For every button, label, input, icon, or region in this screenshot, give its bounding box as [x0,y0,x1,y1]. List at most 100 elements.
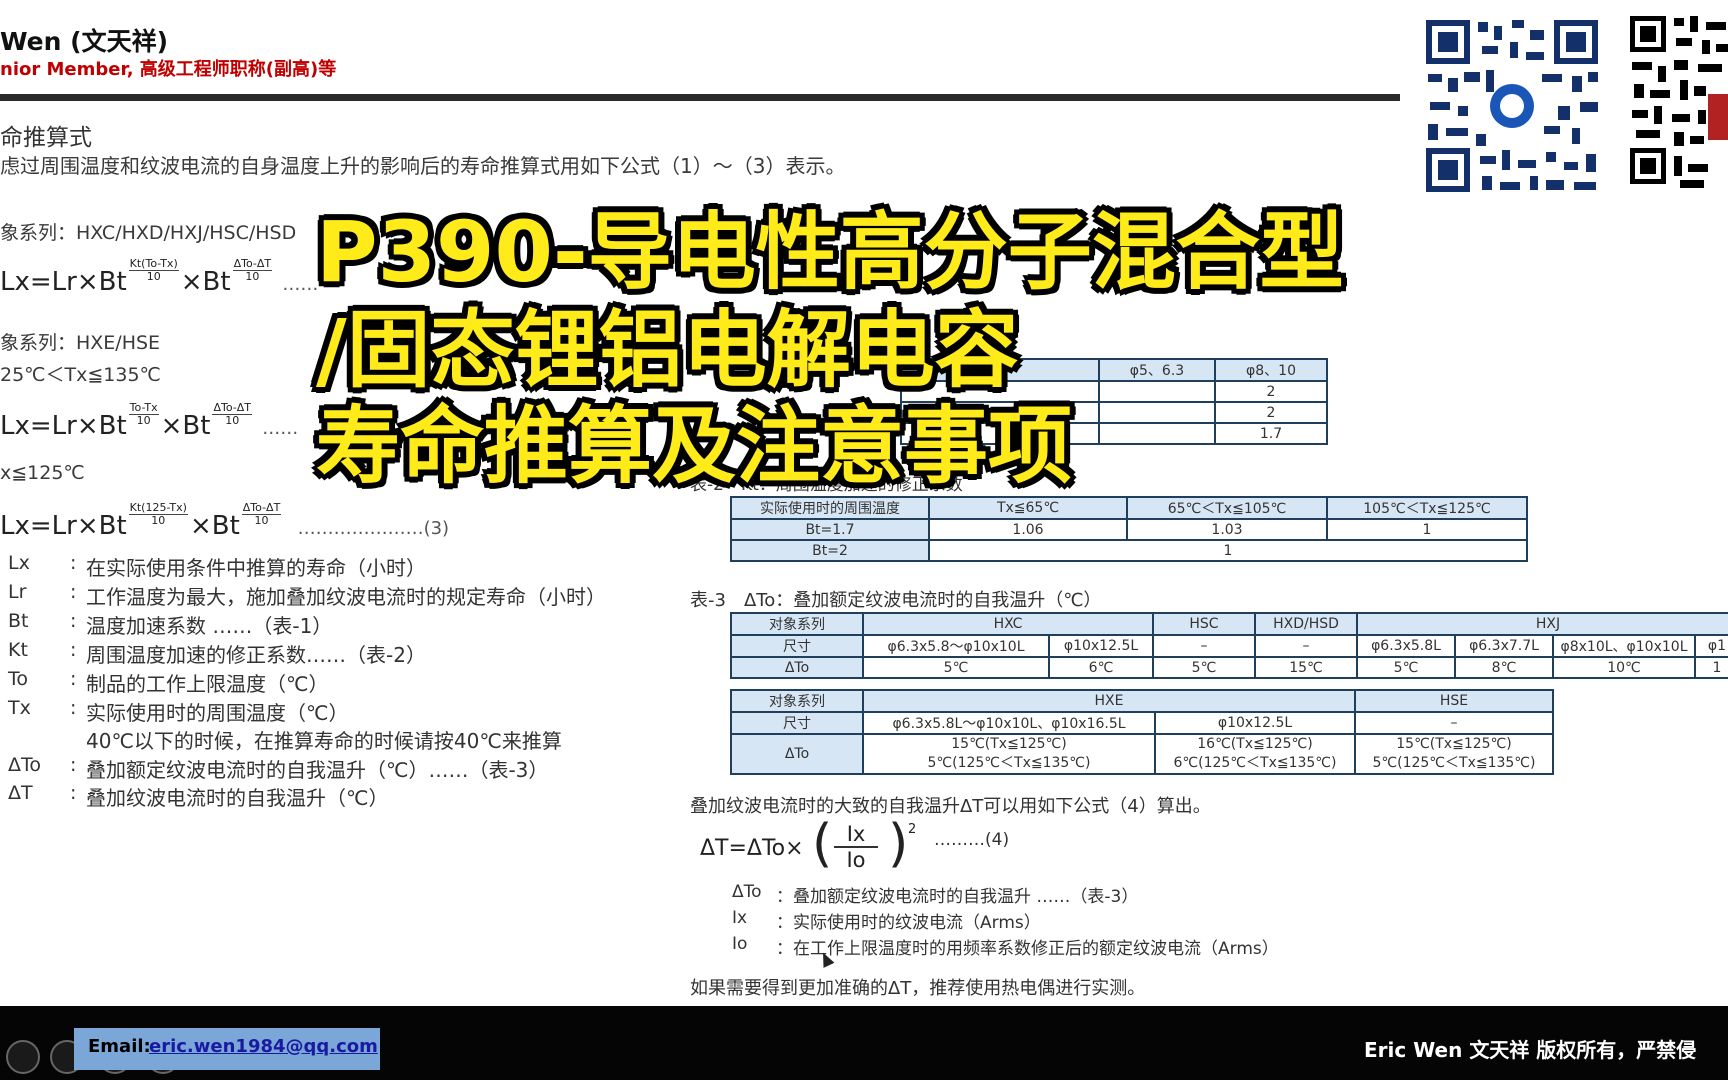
def-key: Lr [8,581,27,603]
def-colon: : [70,639,77,661]
qr-code-icon [1628,14,1728,190]
table-cell: 10℃ [1552,656,1696,679]
def4-key: Io [732,934,748,954]
table-delta-to: 对象系列 HXC HSC HXD/HSD HXJ 尺寸 φ6.3x5.8～φ10… [730,612,1728,679]
table-cell: φ6.3x5.8～φ10x10L [862,634,1050,658]
table-cell: 尺寸 [730,634,864,658]
table-cell: HXJ [1356,612,1728,636]
table-cell: 5℃ [1152,656,1256,679]
qr-code-icon [1422,16,1602,196]
formula4-power: 2 [908,822,917,837]
table-cell: 5℃ [1356,656,1456,679]
def-colon: : [70,668,77,690]
table-cell: 对象系列 [730,689,864,713]
table-cell: φ6.3x5.8L [1356,634,1456,658]
table-cell: HXD/HSD [1254,612,1358,636]
def-colon: : [70,552,77,574]
table-cell: 5℃ [862,656,1050,679]
table-cell: – [1354,711,1554,735]
pen-tool-icon[interactable] [6,1040,40,1074]
def-value: 温度加速系数 ……（表-1） [86,614,333,638]
table-cell: – [1152,634,1256,658]
table-cell: 1.7 [1214,422,1328,445]
table-cell: φ6.3x7.7L [1454,634,1554,658]
table-cell: φ10x12.5L [1048,634,1154,658]
table-cell: HSE [1354,689,1554,713]
formula-1: Lx=Lr×Bt Kt(To-Tx) 10 ×Bt ΔTo-ΔT 10 …… [0,257,319,298]
def-key: Tx [8,697,31,719]
table-cell: 8℃ [1454,656,1554,679]
def-value: 叠加纹波电流时的自我温升（℃） [86,786,389,810]
series-label-2: 象系列：HXE/HSE [0,332,161,354]
paren-left: ( [812,814,833,874]
header-divider [0,94,1400,101]
table-cell: 15℃(Tx≦125℃) 5℃(125℃＜Tx≦135℃) [862,733,1156,775]
def-value: 在实际使用条件中推算的寿命（小时） [86,556,426,580]
table-cell [1098,401,1216,424]
def-value: 工作温度为最大，施加叠加纹波电流时的规定寿命（小时） [86,585,606,609]
def-key: ΔT [8,782,33,804]
condition-3: x≦125℃ [0,462,85,484]
def-key: To [8,668,29,690]
table-cell: 6℃ [1048,656,1154,679]
table-cell: HSC [1152,612,1256,636]
def4-value: ：在工作上限温度时的用频率系数修正后的额定纹波电流（Arms） [776,939,1279,959]
table-cell: 105℃＜Tx≦125℃ [1326,496,1528,520]
overlay-title-line-2: /固态锂铝电解电容 [316,301,1019,399]
table-cell: 16℃(Tx≦125℃) 6℃(125℃＜Tx≦135℃) [1154,733,1356,775]
table-delta-to-hxe: 对象系列 HXE HSE 尺寸 φ6.3x5.8L～φ10x10L、φ10x16… [730,689,1554,775]
section-title: 命推算式 [0,125,92,151]
table-cell: 15℃(Tx≦125℃) 5℃(125℃＜Tx≦135℃) [1354,733,1554,775]
table-cell: ΔTo [730,656,864,679]
author-title: nior Member, 高级工程师职称(副高)等 [0,59,337,80]
table-cell: Tx≦65℃ [928,496,1128,520]
condition-2: 25℃＜Tx≦135℃ [0,364,161,386]
def4-key: ΔTo [732,882,762,902]
table-cell: φ10x12.5L [1154,711,1356,735]
overlay-title-line-3: 寿命推算及注意事项 [316,397,1073,495]
table-cell: Bt=2 [730,539,930,562]
table-cell: φ6.3x5.8L～φ10x10L、φ10x16.5L [862,711,1156,735]
table-cell: φ8、10 [1214,358,1328,382]
table-cell: 1 [1694,656,1728,679]
table-cell: 1.06 [928,518,1128,541]
def4-key: Ix [732,908,748,928]
overlay-title-line-1: P390-导电性高分子混合型 [316,203,1344,301]
def-key: Bt [8,610,29,632]
table-kt: 实际使用时的周围温度 Tx≦65℃ 65℃＜Tx≦105℃ 105℃＜Tx≦125℃ … [730,496,1528,562]
table-cell [1098,422,1216,445]
def-key: Kt [8,639,28,661]
table-cell: Bt=1.7 [730,518,930,541]
def-colon: : [70,782,77,804]
table-cell: 1 [928,539,1528,562]
def-key: ΔTo [8,754,41,776]
table-cell: 2 [1214,401,1328,424]
table-cell: φ5、6.3 [1098,358,1216,382]
paren-right: ) [888,814,909,874]
table-cell: ΔTo [730,733,864,775]
def-value: 40℃以下的时候，在推算寿命的时候请按40℃来推算 [86,729,562,753]
email-link[interactable]: eric.wen1984@qq.com [149,1036,378,1057]
table-cell: 实际使用时的周围温度 [730,496,930,520]
formula4-fraction: Ix Io [834,822,878,872]
def-value: 叠加额定纹波电流时的自我温升（℃）……（表-3） [86,758,549,782]
table-cell: 15℃ [1254,656,1358,679]
author-name: Wen (文天祥) [0,27,168,56]
def-value: 周围温度加速的修正系数……（表-2） [86,643,426,667]
table-cell: HXC [862,612,1154,636]
table-cell: – [1254,634,1358,658]
table-cell: 1 [1326,518,1528,541]
email-label: Email: [88,1036,151,1057]
table-cell: φ8x10L、φ10x10L [1552,634,1696,658]
def-value: 制品的工作上限温度（℃） [86,672,329,696]
table-cell: 65℃＜Tx≦105℃ [1126,496,1328,520]
def-colon: : [70,581,77,603]
table-cell [1098,380,1216,403]
def-colon: : [70,610,77,632]
table-cell: HXE [862,689,1356,713]
series-label-1: 象系列：HXC/HXD/HXJ/HSC/HSD [0,222,297,244]
table3-caption: 表-3 ΔTo：叠加额定纹波电流时的自我温升（℃） [690,590,1102,611]
def-colon: : [70,697,77,719]
def4-value: ：叠加额定纹波电流时的自我温升 ……（表-3） [776,887,1139,907]
intro-text: 虑过周围温度和纹波电流的自身温度上升的影响后的寿命推算式用如下公式（1）～（3）… [0,154,846,178]
